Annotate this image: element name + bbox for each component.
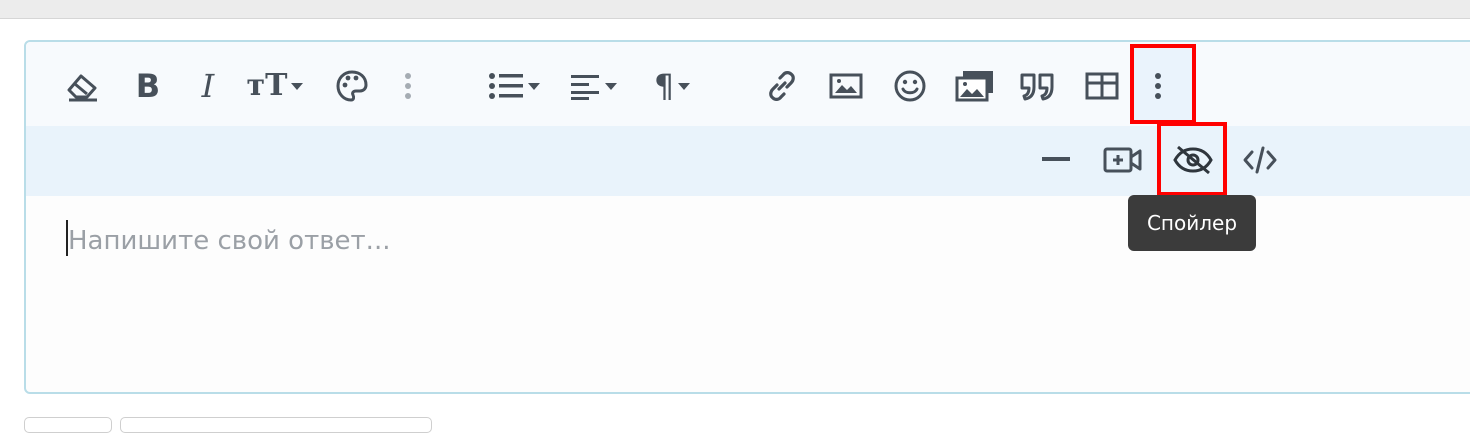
list-button[interactable] (484, 66, 544, 106)
horizontal-rule-button[interactable] (1038, 140, 1074, 180)
add-video-button[interactable] (1100, 140, 1146, 180)
image-button[interactable] (826, 66, 866, 106)
editor-placeholder: Напишите свой ответ... (68, 226, 391, 256)
align-icon (571, 75, 599, 100)
chevron-down-icon (678, 82, 691, 90)
bold-icon: B (135, 67, 161, 105)
chevron-down-icon (291, 82, 304, 90)
palette-icon (336, 70, 368, 102)
italic-button[interactable]: I (190, 66, 226, 106)
bottom-button-2[interactable] (120, 417, 432, 433)
paragraph-icon: ¶ (653, 67, 675, 105)
bottom-button-1[interactable] (24, 417, 112, 433)
horizontal-rule-icon (1042, 157, 1070, 161)
quote-icon (1020, 73, 1054, 101)
more-text-options-button[interactable] (396, 66, 420, 106)
code-button[interactable] (1240, 140, 1280, 180)
eraser-button[interactable] (62, 66, 102, 106)
font-size-icon: тT (246, 68, 288, 103)
image-icon (829, 73, 863, 99)
page-top-strip (0, 0, 1470, 19)
table-button[interactable] (1082, 66, 1122, 106)
quote-button[interactable] (1016, 66, 1060, 106)
eraser-icon (67, 74, 97, 102)
code-icon (1243, 146, 1277, 174)
chevron-down-icon (605, 82, 617, 90)
align-button[interactable] (564, 66, 622, 106)
font-size-button[interactable]: тT (243, 66, 307, 106)
media-gallery-icon (955, 71, 993, 102)
list-icon (489, 73, 523, 99)
italic-icon: I (201, 67, 215, 105)
smiley-icon (894, 70, 926, 102)
paragraph-button[interactable]: ¶ (644, 66, 700, 106)
add-video-icon (1103, 147, 1142, 173)
highlight-more-options (1130, 44, 1196, 124)
media-gallery-button[interactable] (952, 66, 998, 106)
vertical-dots-icon (405, 73, 411, 99)
table-icon (1085, 72, 1119, 100)
link-button[interactable] (762, 66, 802, 106)
highlight-spoiler (1157, 122, 1227, 196)
color-button[interactable] (332, 66, 372, 106)
spoiler-tooltip: Спойлер (1128, 195, 1256, 251)
chevron-down-icon (528, 82, 540, 90)
bold-button[interactable]: B (130, 66, 166, 106)
emoji-button[interactable] (890, 66, 930, 106)
link-icon (769, 71, 795, 101)
